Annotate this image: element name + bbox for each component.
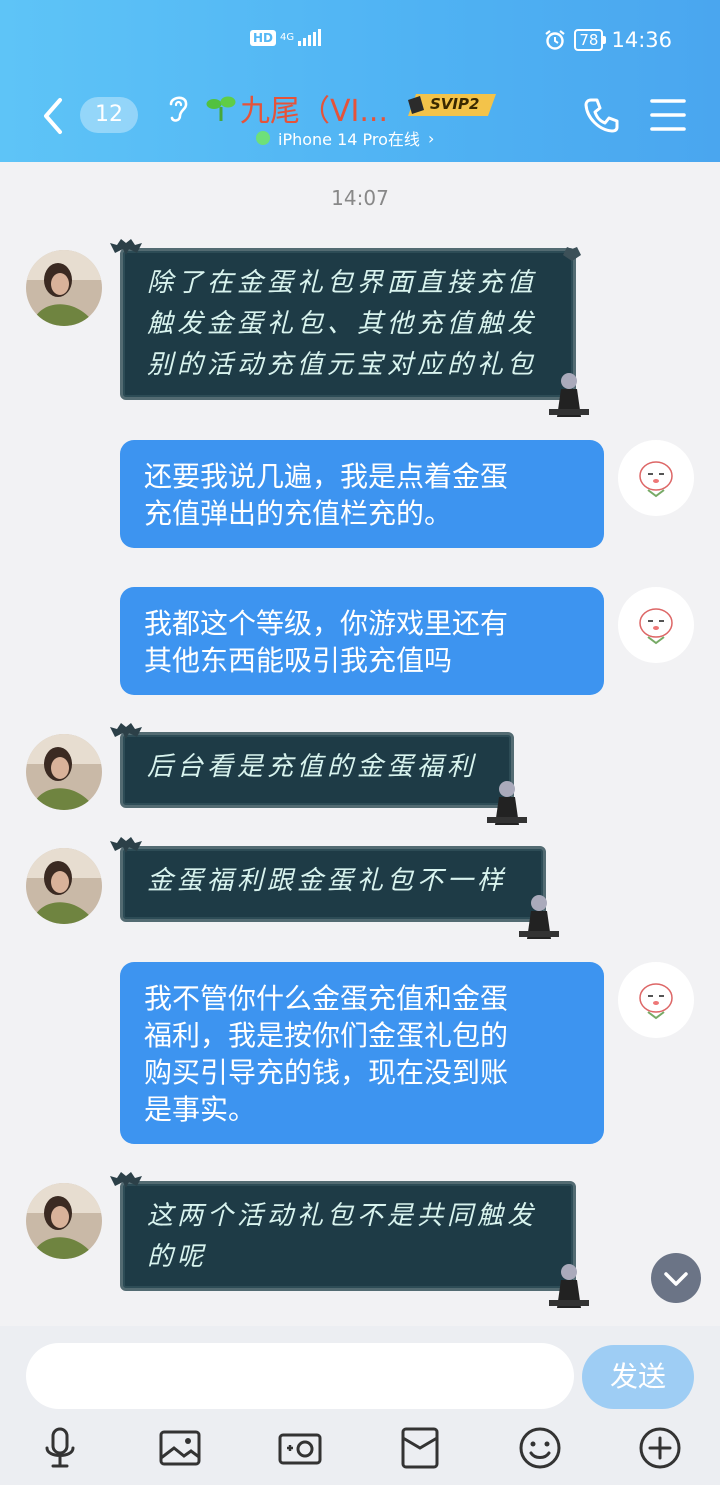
message-bubble-outgoing[interactable]: 还要我说几遍，我是点着金蛋 充值弹出的充值栏充的。 (120, 440, 604, 548)
message-text-line: 后台看是充值的金蛋福利 (147, 752, 478, 782)
bat-decoration-icon (110, 239, 142, 255)
message-bubble-incoming[interactable]: 金蛋福利跟金蛋礼包不一样 (110, 837, 559, 939)
message-timestamp: 14:07 (331, 186, 389, 210)
message-text-line: 福利，我是按你们金蛋礼包的 (144, 1019, 509, 1052)
message-text-line: 购买引导充的钱，现在没到账 (144, 1056, 509, 1089)
image-icon[interactable] (156, 1424, 204, 1472)
message-text-line: 别的活动充值元宝对应的礼包 (147, 350, 538, 380)
message-text-line: 金蛋福利跟金蛋礼包不一样 (147, 866, 508, 896)
clock: 14:36 (611, 28, 672, 52)
bat-decoration-icon (110, 723, 142, 739)
alarm-icon (545, 30, 566, 50)
message-text-line: 触发金蛋礼包、其他充值触发 (147, 309, 538, 339)
my-avatar[interactable] (618, 440, 694, 516)
chevron-right-icon: › (427, 128, 435, 148)
contact-avatar[interactable] (26, 1183, 102, 1259)
bubble-character-icon (487, 781, 527, 825)
message-bubble-incoming[interactable]: 这两个活动礼包不是共同触发 的呢 (110, 1172, 589, 1308)
message-text-line: 是事实。 (144, 1093, 257, 1126)
online-status[interactable]: iPhone 14 Pro在线 › (256, 126, 434, 150)
bat-decoration-icon (563, 247, 581, 261)
bat-decoration-icon (110, 837, 142, 853)
chat-header: HD 4G 78 14:36 12 九尾（VI... SVIP2 iPhone … (0, 0, 720, 162)
message-text-line: 除了在金蛋礼包界面直接充值 (147, 268, 538, 298)
message-bubble-incoming[interactable]: 后台看是充值的金蛋福利 (110, 723, 527, 825)
send-button[interactable]: 发送 (582, 1345, 694, 1409)
status-bar: HD 4G 78 14:36 (0, 22, 720, 62)
my-avatar[interactable] (618, 587, 694, 663)
contact-avatar[interactable] (26, 848, 102, 924)
contact-avatar[interactable] (26, 734, 102, 810)
online-device-label: iPhone 14 Pro在线 (278, 130, 420, 149)
sprout-icon (206, 96, 236, 121)
ear-icon[interactable] (164, 92, 192, 124)
red-packet-icon[interactable] (396, 1424, 444, 1472)
phone-call-icon[interactable] (582, 96, 620, 134)
message-text-line: 其他东西能吸引我充值吗 (144, 644, 453, 677)
camera-icon[interactable] (276, 1424, 324, 1472)
emoji-icon[interactable] (516, 1424, 564, 1472)
status-right: 78 14:36 (544, 28, 672, 52)
message-text-line: 我不管你什么金蛋充值和金蛋 (144, 982, 509, 1015)
signal-icon (298, 29, 322, 46)
message-text-line: 充值弹出的充值栏充的。 (144, 497, 453, 530)
bat-decoration-icon (110, 1172, 142, 1188)
message-text-line: 我都这个等级，你游戏里还有 (144, 607, 509, 640)
network-indicators: HD 4G (250, 29, 322, 46)
menu-icon[interactable] (650, 98, 686, 132)
message-bubble-outgoing[interactable]: 我不管你什么金蛋充值和金蛋 福利，我是按你们金蛋礼包的 购买引导充的钱，现在没到… (120, 962, 604, 1144)
my-avatar[interactable] (618, 962, 694, 1038)
svip-level: SVIP2 (430, 95, 480, 113)
plus-icon[interactable] (636, 1424, 684, 1472)
online-dot-icon (256, 131, 270, 145)
battery-icon: 78 (574, 29, 607, 51)
scroll-to-bottom-button[interactable] (651, 1253, 701, 1303)
contact-name[interactable]: 九尾（VI... (240, 86, 388, 130)
network-type: 4G (280, 32, 295, 43)
message-text-line: 的呢 (147, 1242, 208, 1272)
message-input[interactable] (26, 1343, 574, 1409)
message-bubble-incoming[interactable]: 除了在金蛋礼包界面直接充值 触发金蛋礼包、其他充值触发 别的活动充值元宝对应的礼… (110, 239, 589, 417)
hd-badge: HD (250, 30, 277, 46)
bubble-character-icon (549, 373, 589, 417)
contact-avatar[interactable] (26, 250, 102, 326)
microphone-icon[interactable] (36, 1424, 84, 1472)
bubble-character-icon (549, 1264, 589, 1308)
message-bubble-outgoing[interactable]: 我都这个等级，你游戏里还有 其他东西能吸引我充值吗 (120, 587, 604, 695)
bubble-character-icon (519, 895, 559, 939)
back-icon[interactable] (38, 96, 68, 136)
message-text-line: 还要我说几遍，我是点着金蛋 (144, 460, 509, 493)
unread-count-badge[interactable]: 12 (80, 97, 138, 133)
message-text-line: 这两个活动礼包不是共同触发 (147, 1201, 538, 1231)
chevron-down-icon (664, 1272, 688, 1286)
